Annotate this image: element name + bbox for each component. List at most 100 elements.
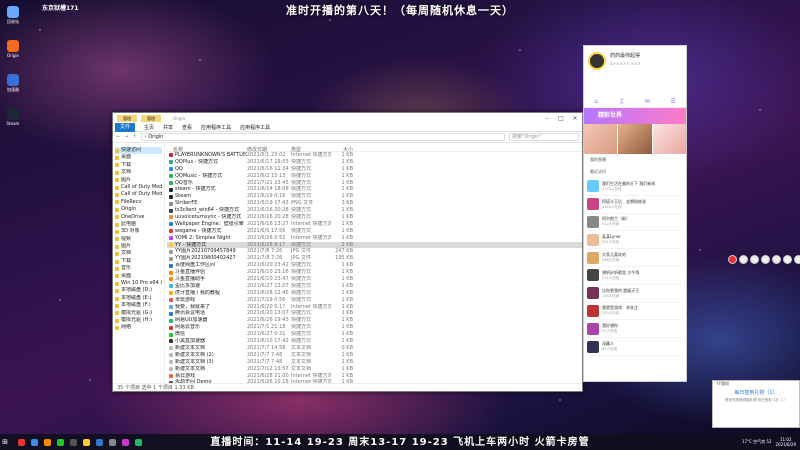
- nav-item[interactable]: 桌面: [115, 273, 162, 280]
- home-icon[interactable]: ⌂: [594, 98, 598, 105]
- ribbon-tab-app-tools[interactable]: 应用程序工具: [240, 124, 270, 131]
- nav-item[interactable]: Call of Duty Mod: [115, 184, 162, 191]
- record-icon[interactable]: [728, 255, 737, 264]
- file-row[interactable]: 我要，我就来了 2021/6/20 0:1? Internet 快捷方式 1 KB: [167, 304, 582, 311]
- channel-item[interactable]: 某某Lyner 351人在线: [587, 231, 683, 250]
- file-row[interactable]: ts3client_win64 - 快捷方式 2021/6/16 20:28 快捷方…: [167, 207, 582, 214]
- desktop-icon[interactable]: Steam: [2, 108, 24, 136]
- maximize-icon[interactable]: □: [554, 115, 568, 122]
- channel-item[interactable]: 想听好听歌里 大牛哥 211人在线: [587, 267, 683, 285]
- nav-item[interactable]: 本地磁盘 (F:): [115, 302, 162, 309]
- file-row[interactable]: PLAYERUNKNOWN'S BATTLEGROUNDS2021/5/1 23…: [167, 152, 582, 159]
- nav-item[interactable]: Win 10 Pro x64 (C:): [115, 280, 162, 287]
- file-row[interactable]: QQPlus - 快捷方式 2021/6/17 19:03 快捷方式 1 KB: [167, 159, 582, 166]
- nav-item[interactable]: 下载: [115, 258, 162, 265]
- up-arrow-icon[interactable]: ↑: [132, 134, 136, 140]
- file-row[interactable]: 微信 2021/6/27 0:21 快捷方式 1 KB: [167, 331, 582, 338]
- promo-banner[interactable]: 精彩世界: [584, 108, 686, 124]
- nav-item[interactable]: 图片: [115, 177, 162, 184]
- nav-item[interactable]: 模拟光驱 (G:): [115, 310, 162, 317]
- file-row[interactable]: Steam 2021/6/19 0:16 快捷方式 1 KB: [167, 193, 582, 200]
- file-row[interactable]: 新建文本文档 2021/7/12 13:57 文本文档 1 KB: [167, 366, 582, 373]
- search-input[interactable]: 搜索"Origin": [509, 133, 579, 141]
- file-row[interactable]: 米玩游戏 2021/7/19 0:56 快捷方式 1 KB: [167, 297, 582, 304]
- file-row[interactable]: YOMI 2: Simplex Night 2021/6/26 0:52 Inter…: [167, 235, 582, 242]
- file-row[interactable]: 网易云音乐 2021/7/1 21:18 快捷方式 1 KB: [167, 324, 582, 331]
- ribbon-tab-file[interactable]: 文件: [115, 122, 136, 132]
- file-row[interactable]: YY图片20210800402427 2021/7/8 7:26 JPG 文件 195…: [167, 255, 582, 262]
- nav-item[interactable]: 快速访问: [115, 147, 162, 155]
- nav-item[interactable]: 本地磁盘 (E:): [115, 295, 162, 302]
- channel-item[interactable]: 阿塔卡王后 金牌陪练说 1345人在线: [587, 196, 683, 214]
- file-row[interactable]: StrikerFE 2021/6/19 17:43 PNG 文件 3 KB: [167, 200, 582, 207]
- nav-item[interactable]: 文档: [115, 250, 162, 257]
- file-row[interactable]: QQ 2021/6/16 11:34 快捷方式 1 KB: [167, 166, 582, 173]
- file-row[interactable]: steam - 快捷方式 2021/6/14 18:08 快捷方式 1 KB: [167, 186, 582, 193]
- file-row[interactable]: 虎牙直播 / 我的教程 2021/6/28 12:45 快捷方式 1 KB: [167, 290, 582, 297]
- avatar[interactable]: [588, 52, 606, 70]
- tool-icon[interactable]: [761, 255, 770, 264]
- column-type[interactable]: 类型: [291, 146, 331, 153]
- column-date[interactable]: 修改日期: [247, 146, 291, 153]
- ribbon-tab-app-tools[interactable]: 应用程序工具: [201, 124, 231, 131]
- chat-panel[interactable]: 药药最帅起得 1××××× ××× ⌂ ♫ ✉ ☰ 精彩世界 我的直播 最近访问…: [583, 45, 687, 382]
- live-preview-thumbnails[interactable]: [584, 124, 686, 154]
- nav-item[interactable]: Origin: [115, 206, 162, 213]
- minimize-icon[interactable]: –: [540, 115, 554, 122]
- file-row[interactable]: 新建文本文档 (2) 2021/7/7 7:48 文本文档 1 KB: [167, 352, 582, 359]
- channel-item[interactable]: 大家儿喜欢的 298人在线: [587, 249, 683, 267]
- file-row[interactable]: 斗鱼直播助手 2021/6/10 23:47 快捷方式 1 KB: [167, 276, 582, 283]
- channel-item[interactable]: 我们生活在美的天下 我们新闻 2743人在线: [587, 178, 683, 196]
- message-icon[interactable]: ✉: [645, 98, 650, 105]
- desktop-icon[interactable]: 回收站: [2, 6, 24, 34]
- column-size[interactable]: 大小: [331, 146, 353, 153]
- back-arrow-icon[interactable]: ←: [116, 134, 120, 140]
- tool-icon[interactable]: [739, 255, 748, 264]
- file-explorer-window[interactable]: 管理 管理 Origin – □ × 文件 主页 共享 查看 应用程序工具 应用…: [112, 112, 583, 392]
- file-row[interactable]: 新建文本文档 (3) 2021/7/7 7:48 文本文档 1 KB: [167, 359, 582, 366]
- nav-item[interactable]: FileRecv: [115, 199, 162, 206]
- path-input[interactable]: › Origin: [140, 133, 505, 141]
- nav-item[interactable]: OneDrive: [115, 214, 162, 221]
- tool-icon[interactable]: [772, 255, 781, 264]
- context-tab-manage[interactable]: 管理: [141, 114, 161, 122]
- nav-item[interactable]: Call of Duty Mod: [115, 191, 162, 198]
- file-row[interactable]: 歪比多加速 2021/6/27 13:07 快捷方式 1 KB: [167, 283, 582, 290]
- nav-item[interactable]: 视频: [115, 236, 162, 243]
- file-row[interactable]: YY - 快捷方式 2021/6/28 8:1? 快捷方式 2 KB: [167, 241, 582, 249]
- menu-icon[interactable]: ☰: [670, 98, 675, 105]
- channel-item[interactable]: 我好想你 97人在线: [587, 320, 683, 339]
- explorer-titlebar[interactable]: 管理 管理 Origin – □ ×: [113, 113, 582, 123]
- nav-item[interactable]: 文档: [115, 169, 162, 176]
- channel-item[interactable]: 阿尔斯兰（新） 412人在线: [587, 214, 683, 232]
- file-row[interactable]: YY图片20210709457849 2021/7/8 7:26 JPG 文件 247…: [167, 248, 582, 255]
- ribbon-tab-home[interactable]: 主页: [144, 124, 154, 131]
- notification-popup[interactable]: YY通知 每日签到礼物（1） 签到完成就领取礼物 你已签到 1次（-）: [712, 380, 800, 428]
- nav-item[interactable]: 音乐: [115, 265, 162, 272]
- channel-item[interactable]: 比你更我的 超级天王 158人在线: [587, 285, 683, 303]
- nav-item[interactable]: 图片: [115, 243, 162, 250]
- desktop-icon[interactable]: 加速器: [2, 74, 24, 102]
- file-row[interactable]: QQMusic - 快捷方式 2021/6/2 15:13 快捷方式 1 KB: [167, 173, 582, 180]
- file-row[interactable]: uuvoiceturnsync - 快捷方式 2021/6/16 20:28 快捷方…: [167, 214, 582, 221]
- nav-item[interactable]: 模拟光驱 (H:): [115, 317, 162, 324]
- forward-arrow-icon[interactable]: →: [124, 134, 128, 140]
- file-row[interactable]: 小黑盒加速器 2021/6/10 17:42 快捷方式 1 KB: [167, 338, 582, 345]
- tool-icon[interactable]: [783, 255, 792, 264]
- file-row[interactable]: 易云游戏 2021/6/28 21:00 Internet 快捷方式 1 KB: [167, 373, 582, 380]
- file-row[interactable]: 网易UU加速器 2021/6/26 19:43 快捷方式 1 KB: [167, 317, 582, 324]
- file-row[interactable]: 斗鱼直播伴侣 2021/6/10 23:16 快捷方式 1 KB: [167, 269, 582, 276]
- nav-item[interactable]: 网络: [115, 324, 162, 331]
- file-row[interactable]: QQ音乐 2021/7/21 23:45 快捷方式 1 KB: [167, 180, 582, 187]
- nav-item[interactable]: 桌面: [115, 154, 162, 161]
- tool-icon[interactable]: [794, 255, 800, 264]
- nav-item[interactable]: 下载: [115, 162, 162, 169]
- close-icon[interactable]: ×: [568, 115, 582, 122]
- tool-icon[interactable]: [750, 255, 759, 264]
- channel-item[interactable]: 深藏人 65人在线: [587, 338, 683, 356]
- ribbon-tab-view[interactable]: 查看: [182, 124, 192, 131]
- nav-item[interactable]: 本地磁盘 (D:): [115, 287, 162, 294]
- file-row[interactable]: 腾讯会议电话 2021/6/20 13:07 快捷方式 1 KB: [167, 310, 582, 317]
- section-my-live[interactable]: 我的直播: [584, 154, 686, 166]
- music-icon[interactable]: ♫: [619, 98, 624, 105]
